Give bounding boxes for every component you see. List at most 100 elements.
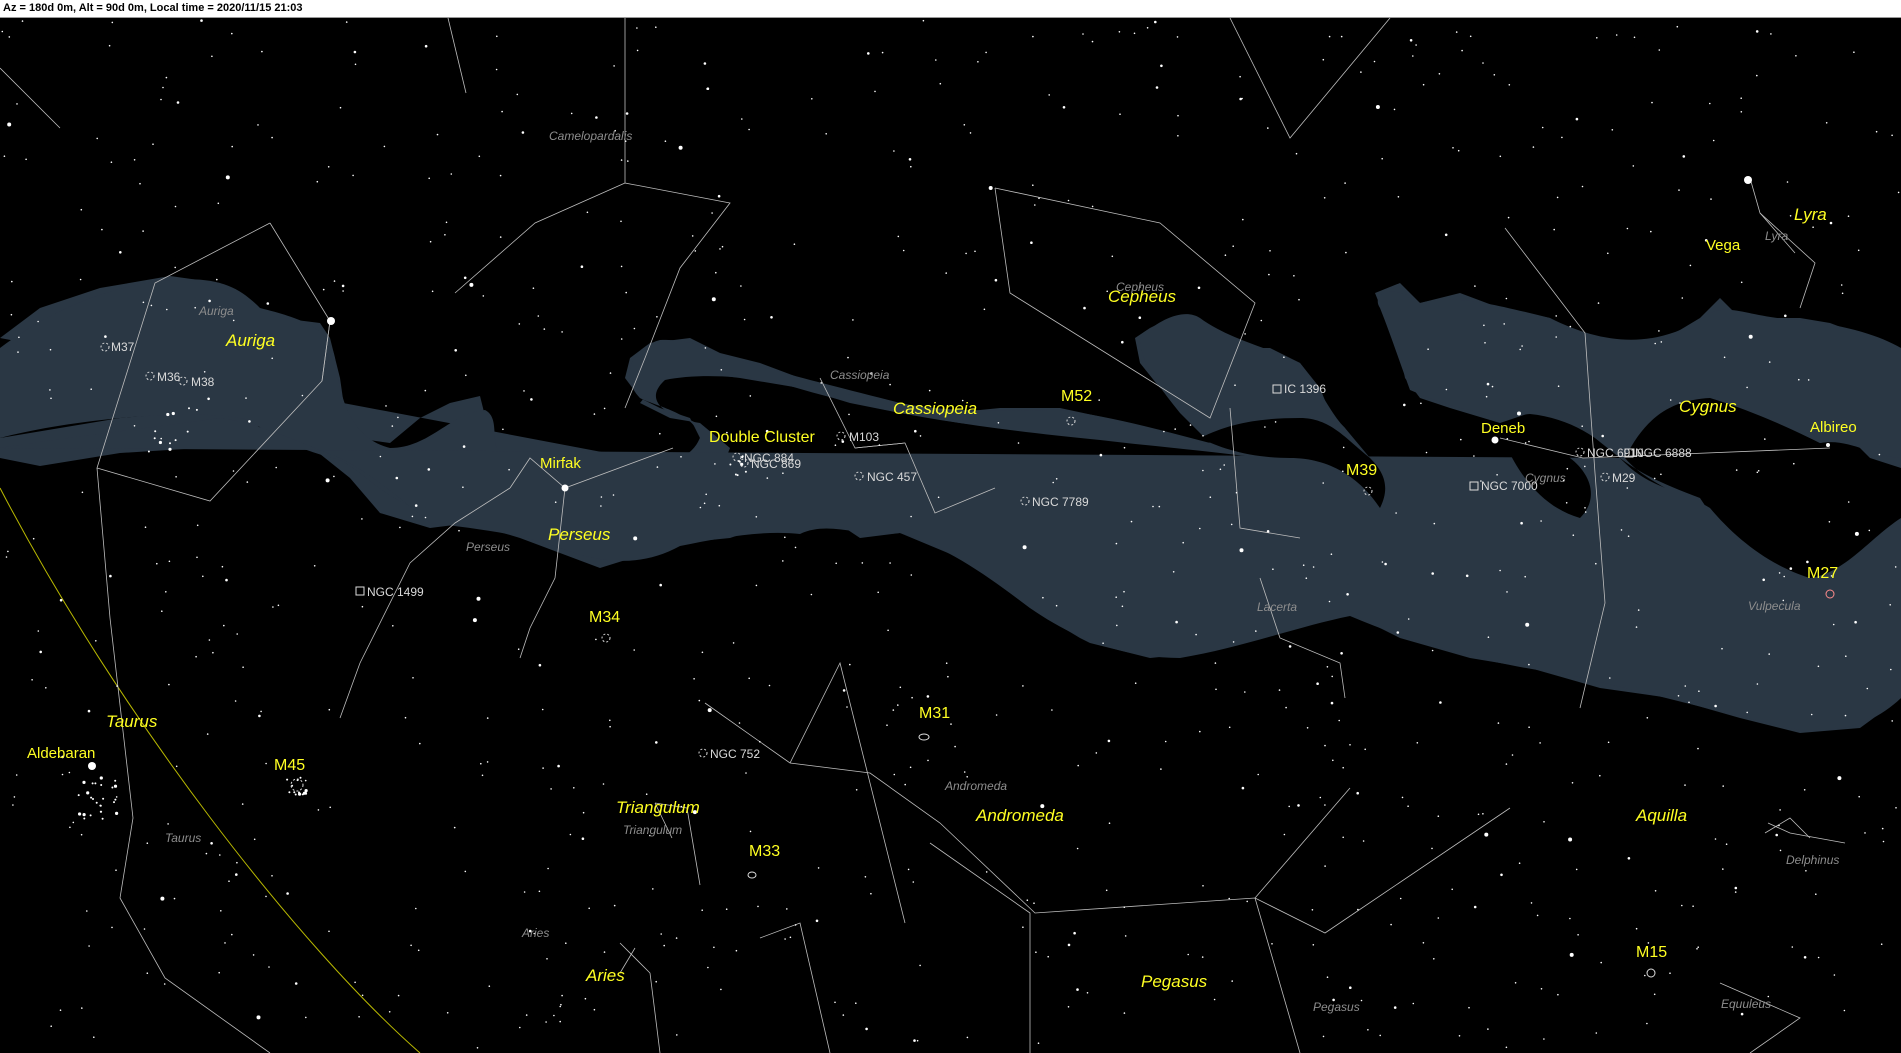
label-ngc1499[interactable]: NGC 1499 [367,585,424,599]
cluster-star [82,780,86,785]
label-deneb[interactable]: Deneb [1481,420,1525,437]
label-m29[interactable]: M29 [1612,471,1636,485]
cluster-star [299,776,302,779]
star-point [1076,988,1079,991]
label-m52[interactable]: M52 [1061,388,1092,405]
deneb-star[interactable] [1491,436,1499,444]
label-ic1396[interactable]: IC 1396 [1284,382,1326,396]
star-point [1491,385,1494,388]
star-point [1519,348,1521,351]
label-m38[interactable]: M38 [191,375,215,389]
star-point [436,133,439,136]
label-aldebaran[interactable]: Aldebaran [27,745,95,762]
star-point [1267,127,1269,129]
cluster-star [111,786,114,789]
star-point [480,762,482,765]
star-point [1381,561,1384,563]
star-point [1356,791,1359,795]
label-ngc7000[interactable]: NGC 7000 [1481,479,1538,493]
star-point [1288,645,1292,648]
label-m27[interactable]: M27 [1807,565,1838,582]
star-point [1511,754,1514,756]
star-point [707,966,709,969]
star-point [1722,785,1724,787]
star-point [50,1025,52,1027]
star-point [486,717,489,719]
cluster-star [298,792,302,796]
cluster-star [729,463,732,466]
star-point [1681,904,1683,907]
star-point [1037,1042,1040,1044]
star-point [361,605,364,608]
star-point [545,1021,547,1023]
star-point [1611,129,1614,131]
star-point [911,696,913,699]
label-ngc7789[interactable]: NGC 7789 [1032,495,1089,509]
label-double-cluster[interactable]: Double Cluster [709,429,816,446]
star-point [1556,196,1559,199]
star-point [1734,891,1737,893]
star-point [450,173,453,175]
star-point [361,994,364,997]
vega-star[interactable] [1744,176,1752,184]
star-point [1022,685,1024,687]
cluster-star [154,430,157,433]
label-aries: Aries [585,966,625,985]
label-ngc457[interactable]: NGC 457 [867,470,917,484]
aldebaran-star[interactable] [88,762,96,770]
star-point [1499,569,1501,572]
label-m45[interactable]: M45 [274,757,305,774]
capella-star[interactable] [327,317,335,325]
star-point [1234,384,1236,387]
label-ngc869[interactable]: NGC 869 [751,457,801,471]
albireo-star[interactable] [1826,443,1830,447]
star-point [1199,527,1201,530]
star-point [660,933,662,935]
star-point [1322,1035,1325,1038]
star-point [1390,923,1392,926]
star-point [636,49,639,52]
star-point [1627,535,1630,537]
label-m37[interactable]: M37 [111,340,135,354]
label-albireo[interactable]: Albireo [1810,419,1857,436]
label-m103[interactable]: M103 [849,430,879,444]
star-point [1477,813,1480,816]
star-point [1505,763,1508,765]
star-point [465,374,467,377]
label-mirfak[interactable]: Mirfak [540,455,581,472]
star-point [1678,189,1680,191]
label-vega[interactable]: Vega [1706,237,1741,254]
label-m33[interactable]: M33 [749,843,780,860]
star-point [235,873,238,876]
mirfak-star[interactable] [561,484,569,492]
label-m39[interactable]: M39 [1346,462,1377,479]
star-point [1584,507,1586,509]
sky-chart[interactable]: Auriga Perseus Taurus Triangulum Aries C… [0,18,1901,1053]
star-point [1569,325,1572,328]
star-point [1518,862,1521,864]
star-point [1793,462,1795,465]
label-ngc752[interactable]: NGC 752 [710,747,760,761]
star-point [108,44,111,47]
cluster-star [734,473,737,476]
star-point [1283,356,1285,359]
label-m34[interactable]: M34 [589,609,620,626]
star-point [1266,530,1270,533]
star-point [341,284,345,288]
star-point [31,679,33,681]
star-point [1086,992,1089,994]
cluster-star [147,450,150,453]
star-point [1543,821,1545,823]
star-point [718,504,721,507]
star-point [886,724,888,726]
label-ngc6888[interactable]: NGC 6888 [1635,446,1692,460]
cluster-star [113,801,115,804]
label-m31[interactable]: M31 [919,705,950,722]
cluster-star [741,456,744,459]
star-point [1506,438,1509,440]
label-m15[interactable]: M15 [1636,944,1667,961]
star-point [1569,952,1574,957]
label-m36[interactable]: M36 [157,370,181,384]
star-point [1692,905,1694,907]
star-point [748,677,750,680]
